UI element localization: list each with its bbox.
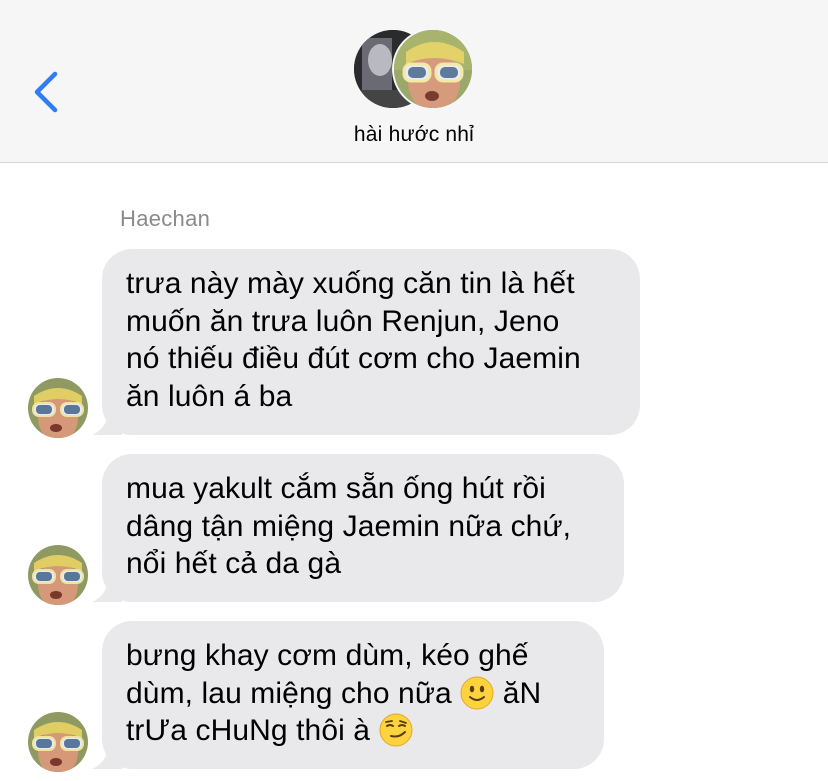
bubble-tail	[92, 572, 122, 602]
conversation-title[interactable]: hài hước nhỉ	[0, 123, 828, 147]
message-line: bưng khay cơm dùm, kéo ghế	[126, 639, 529, 672]
slightly-smiling-face-icon	[460, 676, 494, 709]
avatar[interactable]	[28, 545, 88, 605]
message-bubble[interactable]: mua yakult cắm sẵn ống hút rồi dâng tận …	[102, 454, 624, 602]
avatar[interactable]	[28, 712, 88, 772]
smirking-face-icon	[379, 713, 413, 747]
message-bubble[interactable]: trưa này mày xuống căn tin là hết muốn ă…	[102, 249, 640, 435]
group-avatar-front	[392, 28, 474, 110]
back-button[interactable]	[28, 68, 68, 116]
group-avatar-stack[interactable]	[352, 28, 478, 112]
chevron-left-icon	[34, 71, 58, 113]
message-line: dùm, lau miệng cho nữa ăN	[126, 676, 542, 710]
bubble-tail	[92, 739, 122, 769]
sender-name: Haechan	[120, 206, 211, 231]
bubble-tail	[92, 405, 122, 435]
avatar[interactable]	[28, 378, 88, 438]
conversation-header: hài hước nhỉ	[0, 0, 828, 163]
message-line: trƯa cHuNg thôi à	[126, 712, 580, 750]
message-bubble[interactable]: bưng khay cơm dùm, kéo ghế dùm, lau miện…	[102, 621, 604, 769]
